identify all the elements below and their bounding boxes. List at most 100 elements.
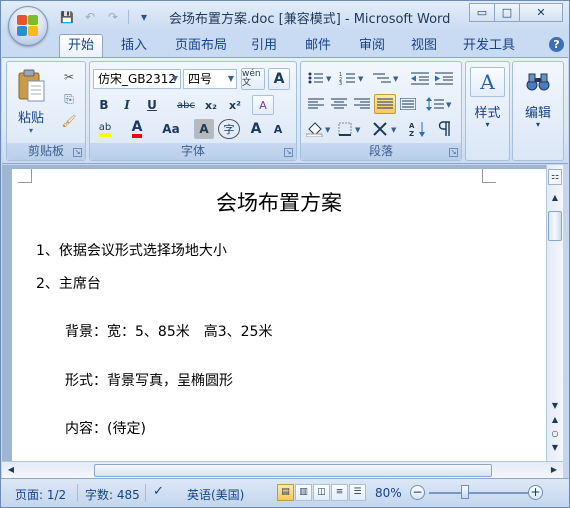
change-case-button[interactable]: Aa (158, 119, 184, 139)
tab-mailings[interactable]: 邮件 (297, 36, 339, 57)
multilevel-list-button[interactable]: ▼ (369, 68, 403, 88)
tab-home[interactable]: 开始 (59, 34, 104, 58)
distribute-button[interactable] (397, 94, 419, 114)
editing-label[interactable]: 编辑 (513, 102, 563, 121)
subscript-button[interactable]: x₂ (200, 95, 222, 115)
divider (77, 484, 78, 502)
tab-insert[interactable]: 插入 (113, 36, 155, 57)
char-border-button[interactable]: A (268, 68, 290, 90)
bullets-button[interactable]: ▼ (305, 68, 335, 88)
tab-review[interactable]: 审阅 (351, 36, 393, 57)
chinese-layout-button[interactable]: ▼ (371, 119, 403, 139)
ruler-toggle-icon[interactable]: ⚏ (548, 169, 562, 185)
next-page-icon[interactable]: ▼ (548, 441, 562, 455)
svg-text:▼: ▼ (326, 75, 332, 83)
scroll-thumb[interactable] (548, 211, 562, 241)
asian-layout-icon: ▼ (373, 122, 397, 136)
styles-label[interactable]: 样式 (466, 102, 509, 121)
numbering-button[interactable]: 1 2 3 ▼ (337, 68, 367, 88)
language[interactable]: 英语(美国) (187, 486, 244, 503)
highlight-button[interactable]: ab (94, 119, 116, 139)
document-page[interactable]: 会场布置方案 1、依据会议形式选择场地大小 2、主席台 背景：宽：5、85米 高… (12, 169, 546, 461)
enclose-characters-button[interactable]: 字 (218, 119, 240, 139)
scroll-up-icon[interactable]: ▲ (548, 191, 562, 205)
web-layout-icon[interactable]: ◫ (313, 484, 330, 501)
phonetic-guide-button[interactable]: wén 文 (241, 68, 265, 90)
bold-button[interactable]: B (94, 95, 114, 115)
sort-icon: AZ (409, 122, 425, 137)
outline-icon[interactable]: ≡ (331, 484, 348, 501)
binoculars-icon[interactable] (519, 67, 557, 97)
close-button[interactable]: ✕ (519, 3, 563, 22)
shading-button[interactable]: ▼ (305, 119, 335, 139)
format-painter-icon[interactable]: 🖌 (59, 112, 79, 130)
line-spacing-icon: ▼ (426, 97, 452, 111)
scroll-left-icon[interactable]: ◀ (4, 463, 18, 477)
cut-icon[interactable]: ✂ (59, 68, 79, 86)
page-count[interactable]: 页面: 1/2 (15, 486, 66, 503)
italic-button[interactable]: I (117, 95, 137, 115)
align-right-button[interactable] (351, 94, 373, 114)
clear-formatting-button[interactable]: A (252, 95, 274, 115)
print-layout-icon[interactable]: ▤ (277, 484, 294, 501)
scroll-right-icon[interactable]: ▶ (547, 463, 561, 477)
undo-icon[interactable]: ↶ (80, 8, 100, 26)
vertical-scrollbar[interactable]: ⚏ ▲ ▼ ▲ ○ ▼ (546, 165, 563, 461)
show-marks-button[interactable] (433, 119, 455, 139)
borders-button[interactable]: ▼ (337, 119, 367, 139)
zoom-in-button[interactable]: + (528, 485, 543, 500)
tab-developer[interactable]: 开发工具 (455, 36, 523, 57)
underline-button[interactable]: U (140, 95, 164, 115)
shrink-font-button[interactable]: A (268, 119, 288, 139)
clipboard-launcher-icon[interactable]: ↘ (73, 148, 82, 157)
grow-font-button[interactable]: A (246, 119, 266, 139)
redo-icon[interactable]: ↷ (103, 8, 123, 26)
zoom-slider-track[interactable] (429, 492, 529, 494)
previous-page-icon[interactable]: ▲ (548, 413, 562, 427)
increase-indent-button[interactable] (433, 68, 455, 88)
tab-page-layout[interactable]: 页面布局 (167, 36, 235, 57)
zoom-level[interactable]: 80% (375, 486, 402, 500)
font-size-combo[interactable]: 四号 ▼ (183, 69, 237, 89)
font-launcher-icon[interactable]: ↘ (284, 148, 293, 157)
horizontal-scroll-thumb[interactable] (94, 464, 492, 477)
proofing-icon[interactable]: ✓ (153, 484, 164, 499)
browse-object-icon[interactable]: ○ (548, 427, 562, 441)
svg-text:▼: ▼ (393, 75, 399, 83)
font-name-combo[interactable]: 仿宋_GB2312 ▼ (93, 69, 181, 89)
align-center-button[interactable] (328, 94, 350, 114)
document-line: 2、主席台 (36, 276, 101, 292)
align-left-button[interactable] (305, 94, 327, 114)
horizontal-scrollbar[interactable]: ◀ ▶ (2, 461, 563, 478)
line-spacing-button[interactable]: ▼ (425, 94, 455, 114)
decrease-indent-button[interactable] (409, 68, 431, 88)
zoom-slider-handle[interactable] (461, 485, 469, 499)
font-color-button[interactable]: A (126, 119, 148, 139)
sort-button[interactable]: AZ (407, 119, 429, 139)
chevron-down-icon: ▼ (227, 74, 234, 83)
document-line: 内容：(待定) (65, 421, 146, 437)
draft-icon[interactable]: ☰ (349, 484, 366, 501)
copy-icon[interactable]: ⎘ (59, 90, 79, 108)
superscript-button[interactable]: x² (224, 95, 246, 115)
office-button[interactable] (8, 6, 48, 46)
tab-references[interactable]: 引用 (243, 36, 285, 57)
customize-qat-icon[interactable]: ▾ (134, 8, 154, 26)
full-screen-reading-icon[interactable]: ▥ (295, 484, 312, 501)
word-count[interactable]: 字数: 485 (85, 486, 140, 503)
minimize-button[interactable]: ▭ (469, 3, 495, 22)
scroll-down-icon[interactable]: ▼ (548, 399, 562, 413)
zoom-out-button[interactable]: − (410, 485, 425, 500)
document-area: 会场布置方案 1、依据会议形式选择场地大小 2、主席台 背景：宽：5、85米 高… (2, 165, 546, 461)
paste-button[interactable]: 粘贴 ▾ (11, 66, 51, 138)
help-icon[interactable]: ? (549, 37, 564, 52)
strikethrough-button[interactable]: abc (174, 95, 198, 115)
paragraph-launcher-icon[interactable]: ↘ (449, 148, 458, 157)
tab-view[interactable]: 视图 (403, 36, 445, 57)
save-icon[interactable]: 💾 (57, 8, 77, 26)
maximize-button[interactable]: □ (494, 3, 520, 22)
styles-icon[interactable]: A (470, 67, 505, 97)
document-line: 形式：背景写真，呈椭圆形 (65, 373, 233, 389)
justify-button[interactable] (374, 94, 396, 114)
char-shading-button[interactable]: A (194, 119, 214, 139)
